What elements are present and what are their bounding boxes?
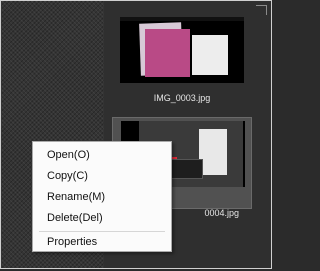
context-menu: Open(O) Copy(C) Rename(M) Delete(Del) Pr…: [32, 141, 172, 252]
menu-separator: [39, 231, 165, 232]
file-browser: IMG_0003.jpg 0004.jpg Open(O) Copy(C) Re…: [0, 0, 272, 269]
menu-item-copy[interactable]: Copy(C): [47, 170, 88, 182]
file-name-label: IMG_0003.jpg: [153, 93, 211, 103]
corner-icon: [256, 5, 267, 15]
file-thumbnail-img-0003[interactable]: IMG_0003.jpg: [112, 9, 252, 103]
thumbnail-image: [120, 17, 244, 83]
menu-item-rename[interactable]: Rename(M): [47, 191, 105, 203]
menu-item-delete[interactable]: Delete(Del): [47, 212, 103, 224]
menu-item-open[interactable]: Open(O): [47, 149, 90, 161]
menu-item-properties[interactable]: Properties: [47, 236, 97, 248]
